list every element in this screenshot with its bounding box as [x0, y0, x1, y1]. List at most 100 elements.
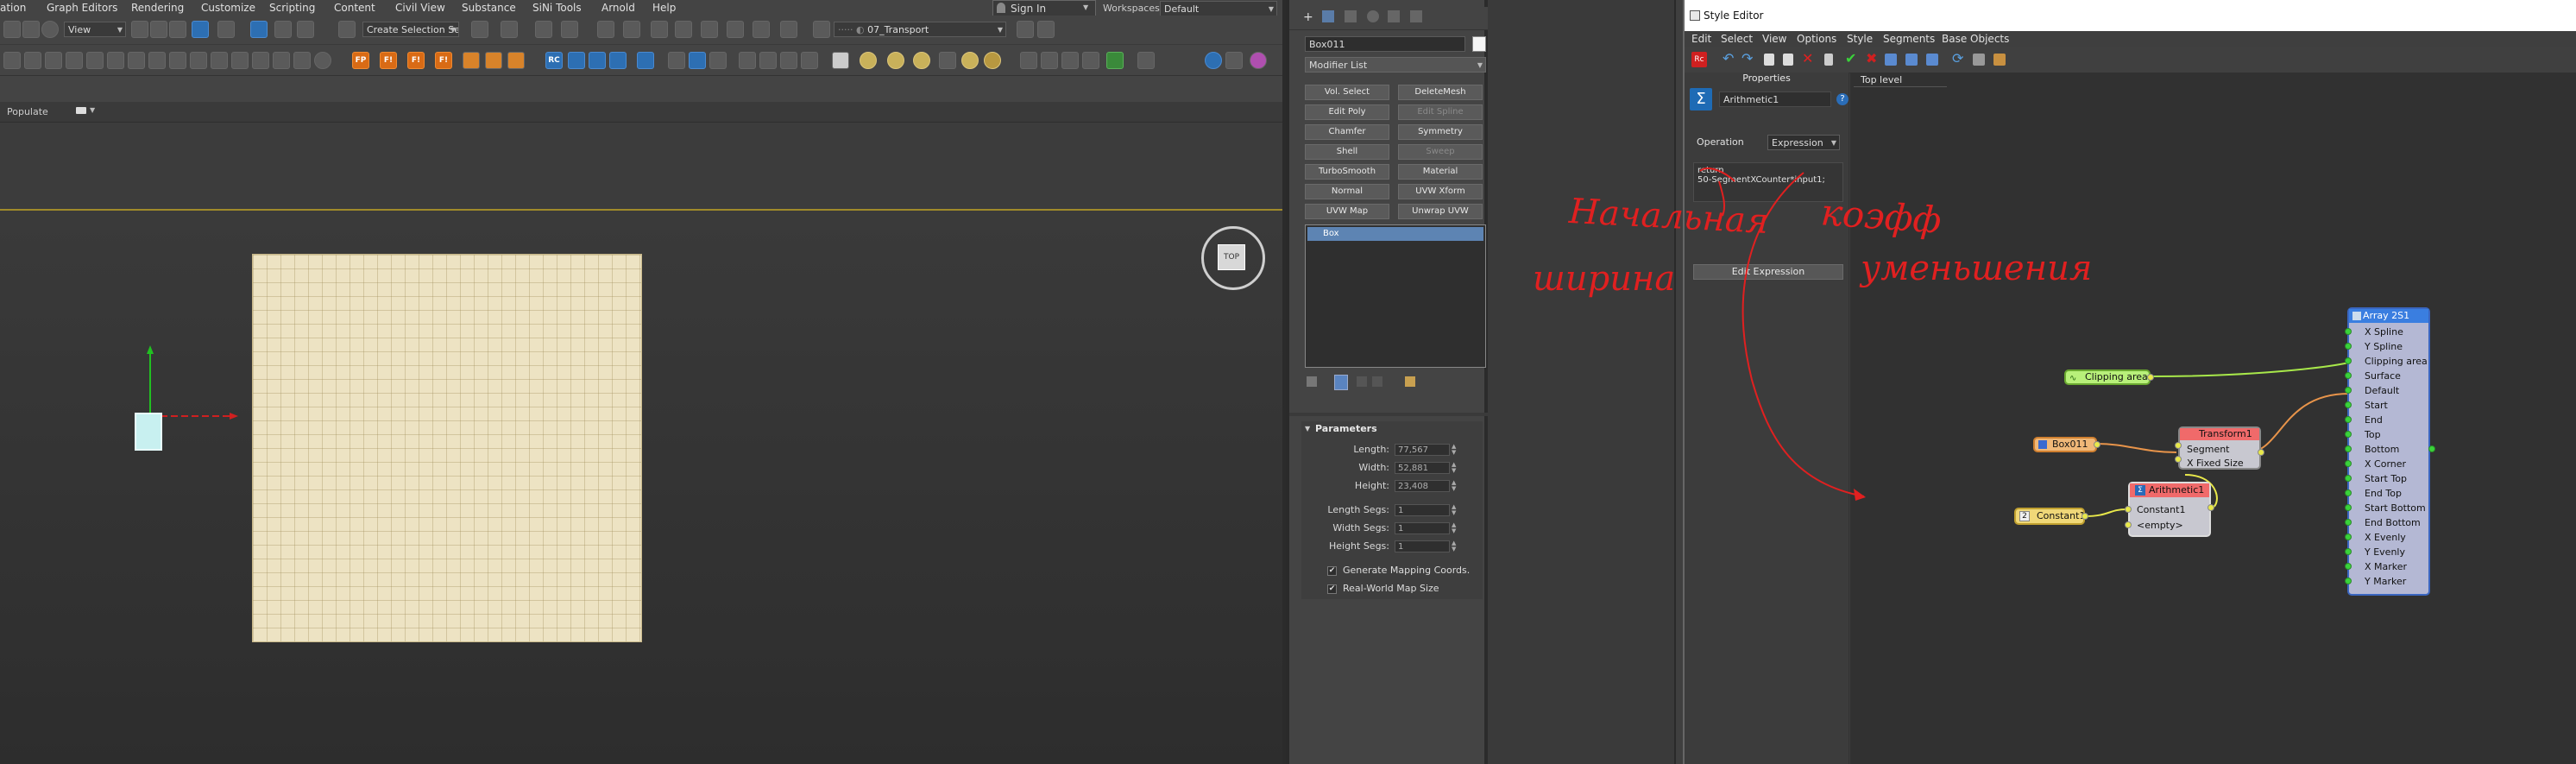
- cone-light-icon[interactable]: [939, 52, 956, 69]
- uvw-map-button[interactable]: UVW Map: [1305, 204, 1389, 219]
- new-layer-icon[interactable]: [1017, 21, 1034, 38]
- document-icon[interactable]: [1824, 54, 1833, 66]
- stack-item-box[interactable]: Box: [1307, 227, 1483, 241]
- port-x-marker[interactable]: X Marker: [2365, 561, 2407, 572]
- edit-named-selection-icon[interactable]: [338, 21, 356, 38]
- tool-49-icon[interactable]: [1082, 52, 1099, 69]
- workspace-select[interactable]: Default ▼: [1160, 1, 1277, 16]
- deletemesh-button[interactable]: DeleteMesh: [1398, 85, 1483, 100]
- delete-icon[interactable]: ✕: [1802, 52, 1817, 67]
- motion-tab-icon[interactable]: [1367, 10, 1379, 22]
- turbosmooth-button[interactable]: TurboSmooth: [1305, 164, 1389, 180]
- arithmetic-node[interactable]: Arithmetic1 Σ Constant1 <empty>: [2128, 482, 2211, 537]
- vol-select-button[interactable]: Vol. Select: [1305, 85, 1389, 100]
- tool-3-icon[interactable]: [45, 52, 62, 69]
- spinner-snap-icon[interactable]: [297, 21, 314, 38]
- render-frame-icon[interactable]: [727, 21, 744, 38]
- width-input[interactable]: 52,881: [1395, 462, 1450, 474]
- array-input-port[interactable]: [2345, 372, 2352, 379]
- array-input-port[interactable]: [2345, 563, 2352, 570]
- selection-set-select[interactable]: Create Selection Se ▼: [362, 22, 459, 37]
- width-segs-spinner-icon[interactable]: ▲ ▼: [1452, 522, 1458, 534]
- tool-39-icon[interactable]: [801, 52, 818, 69]
- hierarchy-tab-icon[interactable]: [1345, 10, 1357, 22]
- snap-toggle-icon[interactable]: [217, 21, 235, 38]
- transform-input-port[interactable]: [2175, 442, 2182, 449]
- normal-button[interactable]: Normal: [1305, 184, 1389, 199]
- menu-substance[interactable]: Substance: [462, 2, 516, 14]
- array-input-port[interactable]: [2345, 489, 2352, 496]
- view-select[interactable]: View ▼: [64, 22, 126, 37]
- tool-2-icon[interactable]: [24, 52, 41, 69]
- select-icon[interactable]: [131, 21, 148, 38]
- tool-display-icon[interactable]: [1885, 54, 1897, 66]
- menu-animation[interactable]: ation: [0, 2, 26, 14]
- port-y-spline[interactable]: Y Spline: [2365, 341, 2403, 352]
- refresh-icon[interactable]: ⟳: [1952, 52, 1968, 67]
- manage-layers-icon[interactable]: [813, 21, 830, 38]
- viewcube[interactable]: TOP: [1218, 244, 1245, 270]
- array-input-port[interactable]: [2345, 431, 2352, 438]
- link-icon[interactable]: [3, 21, 21, 38]
- array-input-port[interactable]: [2345, 401, 2352, 408]
- tool-36-icon[interactable]: [739, 52, 756, 69]
- arithmetic-output-port[interactable]: [2208, 504, 2214, 511]
- x-axis-arrow[interactable]: [230, 413, 238, 420]
- menu-options[interactable]: Options: [1797, 33, 1836, 45]
- menu-graph-editors[interactable]: Graph Editors: [47, 2, 117, 14]
- length-segs-input[interactable]: 1: [1395, 504, 1450, 516]
- tool-6-icon[interactable]: [107, 52, 124, 69]
- show-end-result-icon[interactable]: [1334, 375, 1348, 390]
- menu-scripting[interactable]: Scripting: [269, 2, 315, 14]
- collapse-icon[interactable]: ▼: [1305, 425, 1310, 433]
- railclone-tools-icon[interactable]: [568, 52, 585, 69]
- light-bulb-icon[interactable]: [148, 52, 166, 69]
- menu-base-objects[interactable]: Base Objects: [1942, 33, 2009, 45]
- port-start-top[interactable]: Start Top: [2365, 473, 2407, 484]
- modifier-list-select[interactable]: Modifier List ▼: [1305, 57, 1486, 73]
- curve-editor-icon[interactable]: [623, 21, 640, 38]
- menu-select[interactable]: Select: [1721, 33, 1753, 45]
- box011-output-port[interactable]: [2094, 441, 2100, 448]
- graphite-toolbar-icon[interactable]: [597, 21, 614, 38]
- transform-node[interactable]: Transform1 Segment X Fixed Size: [2178, 426, 2261, 470]
- array-input-port[interactable]: [2345, 475, 2352, 482]
- unlink-icon[interactable]: [22, 21, 40, 38]
- schematic-view-icon[interactable]: [651, 21, 668, 38]
- modifier-stack[interactable]: Box: [1305, 224, 1486, 368]
- tool-4-icon[interactable]: [66, 52, 83, 69]
- operation-select[interactable]: Expression ▼: [1767, 135, 1840, 150]
- arithmetic-port-constant[interactable]: Constant1: [2137, 504, 2185, 515]
- parameters-title[interactable]: Parameters: [1315, 423, 1377, 434]
- copy-icon[interactable]: [1764, 54, 1774, 66]
- height-spinner-icon[interactable]: ▲ ▼: [1452, 480, 1458, 492]
- array-input-port[interactable]: [2345, 328, 2352, 335]
- chevron-down-icon[interactable]: ▼: [90, 106, 95, 114]
- tools-icon[interactable]: [463, 52, 480, 69]
- library-icon[interactable]: [1973, 54, 1985, 66]
- tool-14-icon[interactable]: [273, 52, 290, 69]
- array-input-port[interactable]: [2345, 548, 2352, 555]
- tool-51-icon[interactable]: [1137, 52, 1155, 69]
- tool-53-icon[interactable]: [1225, 52, 1243, 69]
- populate-label[interactable]: Populate: [7, 106, 48, 117]
- style-editor-titlebar[interactable]: Style Editor: [1685, 0, 2576, 31]
- port-start[interactable]: Start: [2365, 400, 2388, 411]
- box-object[interactable]: [135, 413, 162, 451]
- plane-icon[interactable]: [832, 52, 849, 69]
- array-input-port[interactable]: [2345, 357, 2352, 364]
- forest-icon-1[interactable]: F!: [380, 52, 397, 69]
- viewport-top[interactable]: TOP: [0, 209, 1282, 764]
- array-input-port[interactable]: [2345, 578, 2352, 584]
- tool-38-icon[interactable]: [780, 52, 797, 69]
- port-end[interactable]: End: [2365, 414, 2383, 426]
- plant-icon[interactable]: [1106, 52, 1124, 69]
- percent-snap-icon[interactable]: [274, 21, 292, 38]
- create-tab-icon[interactable]: +: [1303, 10, 1313, 24]
- array-output-port[interactable]: [2428, 445, 2435, 452]
- length-spinner-icon[interactable]: ▲ ▼: [1452, 444, 1458, 456]
- arithmetic-port-empty[interactable]: <empty>: [2137, 520, 2183, 531]
- port-y-evenly[interactable]: Y Evenly: [2365, 546, 2405, 558]
- undo-icon[interactable]: ↶: [1723, 52, 1738, 67]
- port-x-spline[interactable]: X Spline: [2365, 326, 2403, 338]
